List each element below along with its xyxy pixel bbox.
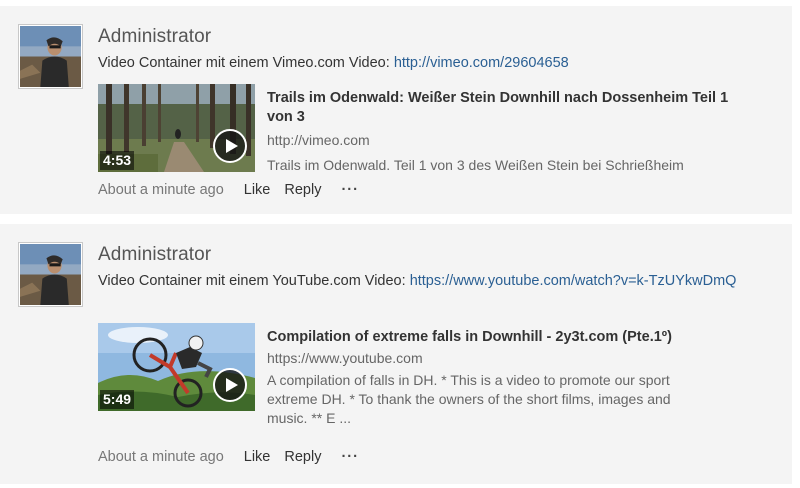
avatar-image <box>20 244 81 305</box>
reply-button[interactable]: Reply <box>284 447 321 467</box>
embed-source: http://vimeo.com <box>267 132 370 148</box>
message-text: Video Container mit einem Vimeo.com Vide… <box>98 55 394 71</box>
video-duration: 5:49 <box>100 390 135 409</box>
avatar-image <box>20 26 81 87</box>
author-name[interactable]: Administrator <box>98 244 211 266</box>
video-duration: 4:53 <box>100 151 135 170</box>
message-link[interactable]: http://vimeo.com/29604658 <box>394 55 569 71</box>
more-options-button[interactable]: ··· <box>341 180 359 200</box>
post-message: Video Container mit einem Vimeo.com Vide… <box>98 53 738 74</box>
reply-button[interactable]: Reply <box>284 180 321 200</box>
embed-description: A compilation of falls in DH. * This is … <box>267 372 671 426</box>
message-link[interactable]: https://www.youtube.com/watch?v=k-TzUYkw… <box>410 273 737 289</box>
embed-description: Trails im Odenwald. Teil 1 von 3 des Wei… <box>267 157 684 173</box>
avatar[interactable] <box>18 242 83 307</box>
message-text: Video Container mit einem YouTube.com Vi… <box>98 273 410 289</box>
embed-source: https://www.youtube.com <box>267 350 423 366</box>
post-actions: About a minute ago Like Reply ··· <box>98 447 359 467</box>
post-message: Video Container mit einem YouTube.com Vi… <box>98 271 738 292</box>
post-actions: About a minute ago Like Reply ··· <box>98 180 359 200</box>
feed-post: Administrator Video Container mit einem … <box>0 224 792 484</box>
embed-title[interactable]: Trails im Odenwald: Weißer Stein Downhil… <box>267 89 737 127</box>
timestamp: About a minute ago <box>98 449 224 465</box>
feed-post: Administrator Video Container mit einem … <box>0 6 792 214</box>
like-button[interactable]: Like <box>244 180 271 200</box>
embed-title[interactable]: Compilation of extreme falls in Downhill… <box>267 328 737 347</box>
embed-info: Compilation of extreme falls in Downhill… <box>267 328 737 428</box>
activity-feed: Administrator Video Container mit einem … <box>0 0 800 488</box>
play-icon[interactable] <box>213 368 247 402</box>
like-button[interactable]: Like <box>244 447 271 467</box>
video-thumbnail[interactable]: 5:49 <box>98 323 255 411</box>
avatar[interactable] <box>18 24 83 89</box>
more-options-button[interactable]: ··· <box>341 447 359 467</box>
author-name[interactable]: Administrator <box>98 26 211 48</box>
timestamp: About a minute ago <box>98 182 224 198</box>
play-icon[interactable] <box>213 129 247 163</box>
embed-info: Trails im Odenwald: Weißer Stein Downhil… <box>267 89 737 175</box>
video-thumbnail[interactable]: 4:53 <box>98 84 255 172</box>
